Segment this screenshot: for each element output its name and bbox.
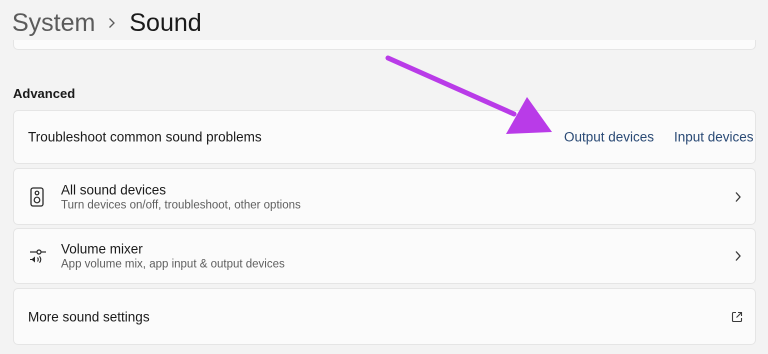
all-sound-devices-text: All sound devices Turn devices on/off, t… <box>61 182 301 211</box>
volume-mixer-row[interactable]: Volume mixer App volume mix, app input &… <box>13 228 756 284</box>
speaker-icon <box>29 186 45 207</box>
chevron-right-icon <box>733 250 743 262</box>
chevron-right-icon <box>108 17 116 29</box>
section-title-advanced: Advanced <box>13 86 76 101</box>
chevron-right-icon <box>733 191 743 203</box>
external-link-icon <box>731 311 743 323</box>
more-sound-settings-label: More sound settings <box>28 309 150 324</box>
all-sound-devices-row[interactable]: All sound devices Turn devices on/off, t… <box>13 168 756 225</box>
all-sound-devices-subtitle: Turn devices on/off, troubleshoot, other… <box>61 199 301 211</box>
volume-mixer-subtitle: App volume mix, app input & output devic… <box>61 258 285 271</box>
troubleshoot-label: Troubleshoot common sound problems <box>28 129 262 145</box>
volume-mixer-text: Volume mixer App volume mix, app input &… <box>61 242 285 271</box>
input-devices-link[interactable]: Input devices <box>674 130 754 145</box>
volume-mixer-title: Volume mixer <box>61 241 143 257</box>
all-sound-devices-title: All sound devices <box>61 182 167 197</box>
page-title: Sound <box>129 8 202 37</box>
volume-mixer-icon <box>29 246 47 266</box>
troubleshoot-card: Troubleshoot common sound problems Outpu… <box>13 110 756 164</box>
breadcrumb-system-link[interactable]: System <box>12 9 95 38</box>
more-sound-settings-row[interactable]: More sound settings <box>13 288 756 345</box>
output-devices-link[interactable]: Output devices <box>564 130 654 145</box>
previous-settings-card <box>13 40 756 50</box>
breadcrumb: System Sound <box>12 6 202 40</box>
